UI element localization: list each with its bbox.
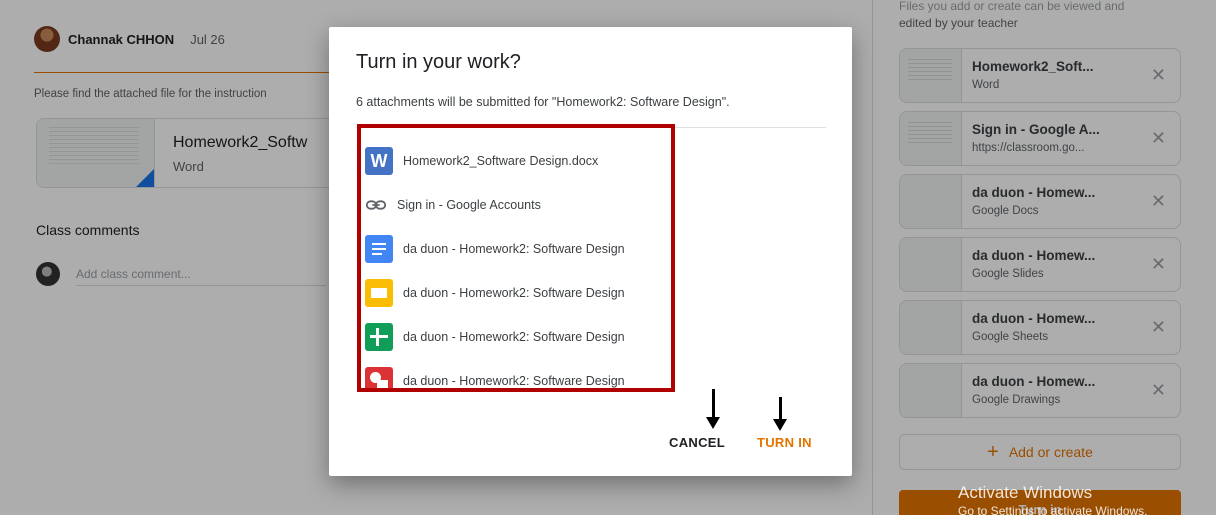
list-item: da duon - Homework2: Software Design [365,278,625,308]
google-slides-icon [365,279,393,307]
watermark-title: Activate Windows [958,483,1093,502]
list-item-label: da duon - Homework2: Software Design [403,286,625,300]
list-item: W Homework2_Software Design.docx [365,146,598,176]
list-item-label: Sign in - Google Accounts [397,198,541,212]
google-sheets-icon [365,323,393,351]
list-item-label: da duon - Homework2: Software Design [403,242,625,256]
list-item: Sign in - Google Accounts [365,190,541,220]
activate-windows-watermark: Activate Windows Go to Settings to activ… [958,484,1147,515]
list-item-label: Homework2_Software Design.docx [403,154,599,168]
arrow-annotation-turn-in [773,397,787,431]
dialog-subtitle: 6 attachments will be submitted for "Hom… [356,95,730,109]
link-icon [365,200,387,210]
word-icon: W [365,147,393,175]
list-item-label: da duon - Homework2: Software Design [403,330,625,344]
google-docs-icon [365,235,393,263]
list-item-label: da duon - Homework2: Software Design [403,374,625,388]
turn-in-button[interactable]: TURN IN [757,435,812,450]
watermark-subtitle: Go to Settings to activate Windows. [958,504,1148,515]
google-drawings-icon [365,367,393,388]
list-item: da duon - Homework2: Software Design [365,234,625,264]
list-item: da duon - Homework2: Software Design [365,322,625,352]
turn-in-dialog: Turn in your work? 6 attachments will be… [329,27,852,476]
list-item: da duon - Homework2: Software Design [365,366,625,388]
arrow-annotation-cancel [706,389,720,429]
dialog-title: Turn in your work? [356,51,521,73]
attachment-list-highlight: W Homework2_Software Design.docx Sign in… [357,124,675,392]
cancel-button[interactable]: CANCEL [669,435,725,450]
